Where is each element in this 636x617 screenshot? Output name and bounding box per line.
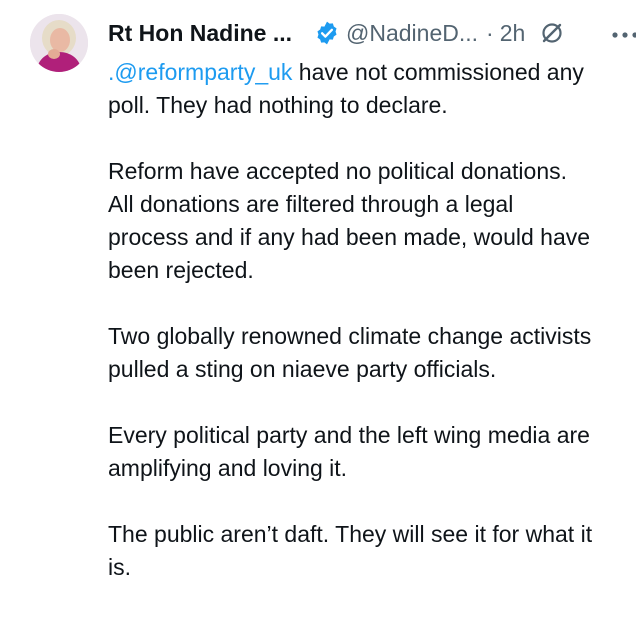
text-line: All donations are filtered through a leg… (108, 191, 514, 217)
text-line: is. (108, 554, 131, 580)
more-options-icon[interactable] (610, 24, 636, 44)
text-line: .@reformparty_uk have not commissioned a… (108, 56, 636, 89)
text-line: amplifying and loving it. (108, 455, 348, 481)
tweet-text: .@reformparty_uk have not commissioned a… (108, 56, 636, 617)
tweet[interactable]: Rt Hon Nadine ... @NadineD... · 2h .@ref… (0, 0, 636, 600)
text-line: been rejected. (108, 257, 254, 283)
paragraph-5: The public aren’t daft. They will see it… (108, 518, 636, 584)
mention-link[interactable]: .@reformparty_uk (108, 59, 292, 85)
user-handle[interactable]: @NadineD... (346, 20, 478, 47)
verified-badge-icon (314, 20, 340, 46)
timestamp[interactable]: 2h (500, 20, 526, 47)
separator-dot: · (486, 19, 494, 46)
display-name[interactable]: Rt Hon Nadine ... (108, 20, 292, 47)
text-segment: have not commissioned any (292, 59, 584, 85)
text-line: The public aren’t daft. They will see it… (108, 521, 593, 547)
text-line: Reform have accepted no political donati… (108, 158, 568, 184)
paragraph-2: Reform have accepted no political donati… (108, 155, 636, 287)
tweet-header: Rt Hon Nadine ... @NadineD... · 2h (108, 16, 636, 50)
text-line: poll. They had nothing to declare. (108, 92, 448, 118)
avatar-image (30, 14, 88, 72)
grok-icon[interactable] (539, 20, 565, 46)
paragraph-3: Two globally renowned climate change act… (108, 320, 636, 386)
text-line: process and if any had been made, would … (108, 224, 591, 250)
paragraph-4: Every political party and the left wing … (108, 419, 636, 485)
paragraph-1: .@reformparty_uk have not commissioned a… (108, 56, 636, 122)
avatar[interactable] (30, 14, 88, 72)
text-line: pulled a sting on niaeve party officials… (108, 356, 497, 382)
text-line: Two globally renowned climate change act… (108, 323, 592, 349)
text-line: Every political party and the left wing … (108, 422, 590, 448)
